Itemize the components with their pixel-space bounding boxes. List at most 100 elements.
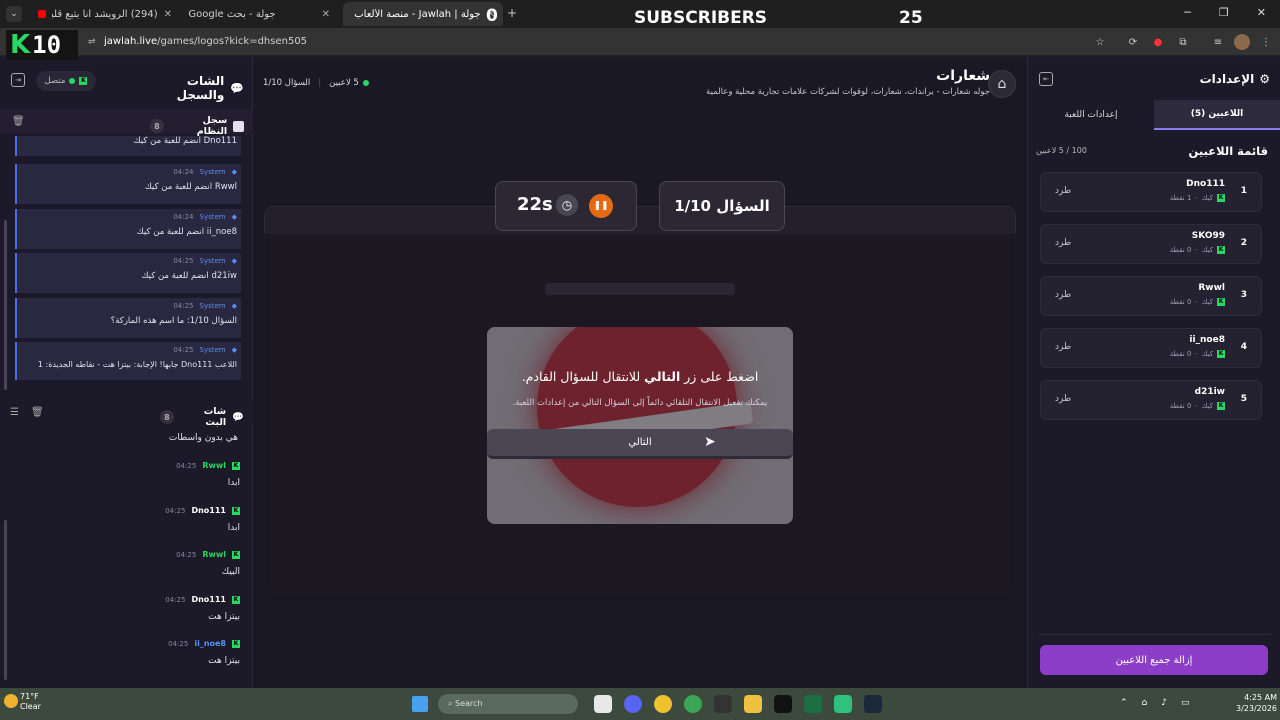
tab-players[interactable]: اللاعبين (5)	[1154, 100, 1280, 130]
tab-label: جولة - بحث Google	[188, 8, 276, 20]
next-button[interactable]: التالي	[487, 429, 793, 459]
minimize-icon[interactable]: ─	[1184, 6, 1191, 19]
chat-message-meta: K Dno111 04:25	[130, 506, 240, 515]
hint-bold: التالي	[644, 369, 681, 384]
volume-icon[interactable]: ♪	[1161, 698, 1167, 708]
network-icon[interactable]: ⌂	[1142, 698, 1148, 708]
online-dot	[69, 78, 76, 84]
remove-all-players-button[interactable]: إزالة جميع اللاعبين	[1040, 645, 1268, 675]
file-explorer-icon[interactable]	[594, 695, 612, 713]
tab-label: (294) الرويشد أنا بتبع قلبي HD	[52, 8, 158, 20]
meta-dot: ·	[1195, 194, 1198, 202]
kick-icon: K	[1217, 246, 1225, 254]
collapse-panel-icon[interactable]: ⇥	[11, 73, 25, 87]
timer-value: 22s	[517, 194, 553, 215]
extensions-icon[interactable]: ⧉	[1175, 34, 1191, 50]
scrollbar[interactable]	[4, 520, 7, 680]
timestamp: 04:25	[176, 550, 197, 559]
maximize-icon[interactable]: ❐	[1219, 6, 1229, 19]
pause-icon: ❚❚	[593, 201, 609, 211]
weather-widget[interactable]: 71°F Clear	[20, 692, 41, 712]
folder-icon[interactable]	[744, 695, 762, 713]
kick-player-button[interactable]: طرد	[1055, 186, 1071, 196]
trash-icon[interactable]: 🗑	[12, 116, 25, 127]
kick-player-button[interactable]: طرد	[1055, 342, 1071, 352]
player-rank: 5	[1240, 394, 1247, 404]
chat-message: K Dno111 04:25 ابدا	[130, 506, 240, 533]
player-platform: كيك	[1201, 298, 1213, 306]
settings-tabs: إعدادات اللعبة اللاعبين (5)	[1028, 100, 1280, 130]
connection-badge: K متصل	[36, 71, 96, 91]
player-name: SKO99	[1191, 231, 1225, 241]
system-message: ◆ System 04:24 Rwwl انضم للعبة من كيك	[15, 164, 241, 204]
tiktok-icon[interactable]	[774, 695, 792, 713]
chat-panel-title: الشات والسجل	[176, 74, 225, 102]
bookmark-star-icon[interactable]: ☆	[1092, 34, 1108, 50]
scrollbar[interactable]	[4, 220, 7, 390]
chevron-up-icon[interactable]: ⌃	[1120, 698, 1128, 708]
steam-icon[interactable]	[864, 695, 882, 713]
kick-icon: K	[1217, 402, 1225, 410]
stream-chat-title-row[interactable]: 💬 شات البث 8	[160, 406, 244, 428]
chat-app-icon[interactable]	[654, 695, 672, 713]
timestamp: 04:25	[173, 346, 194, 354]
tab-list-button[interactable]: ⌄	[6, 6, 22, 22]
players-online: 5 لاعبين	[329, 78, 369, 88]
player-rank: 1	[1240, 186, 1247, 196]
record-extension-icon[interactable]: ●	[1150, 34, 1166, 50]
kick-player-button[interactable]: طرد	[1055, 394, 1071, 404]
profile-avatar[interactable]	[1234, 34, 1250, 50]
obs-icon[interactable]	[714, 695, 732, 713]
taskbar-search[interactable]: ⌕ Search	[438, 694, 578, 714]
kick-icon: K	[232, 550, 240, 559]
filter-icon[interactable]: ☰	[10, 407, 19, 418]
clock-time: 4:25 AM	[1244, 693, 1278, 702]
player-rank: 3	[1240, 290, 1247, 300]
chat-username[interactable]: Dno111	[191, 595, 226, 604]
chat-username[interactable]: Rwwl	[202, 461, 226, 470]
game-title: شعارات	[936, 68, 990, 84]
timestamp: 04:25	[173, 257, 194, 265]
media-icon[interactable]: ≡	[1210, 34, 1226, 50]
search-icon: ⌕	[448, 699, 456, 708]
close-icon[interactable]: ✕	[322, 9, 330, 20]
app-icon[interactable]	[834, 695, 852, 713]
tab-game-settings[interactable]: إعدادات اللعبة	[1028, 100, 1154, 130]
discord-icon[interactable]	[624, 695, 642, 713]
player-platform: كيك	[1201, 246, 1213, 254]
menu-kebab-icon[interactable]: ⋮	[1258, 34, 1274, 50]
kick-player-button[interactable]: طرد	[1055, 238, 1071, 248]
question-counter: السؤال 1/10	[659, 181, 785, 231]
chat-username[interactable]: Dno111	[191, 506, 226, 515]
url-field[interactable]: jawlah.live/games/logos?kick=dhsen505	[104, 36, 307, 47]
close-icon[interactable]: ✕	[164, 9, 172, 20]
timestamp: 04:24	[173, 213, 194, 221]
system-log-list: Dno111 انضم للعبة من كيك ◆ System 04:24 Rw…	[0, 136, 253, 380]
home-button[interactable]: ⌂	[988, 70, 1016, 98]
player-row: 5 d21iw K كيك · 0 نقطة طرد	[1040, 380, 1262, 420]
start-button[interactable]	[412, 696, 428, 712]
browser-tab-google[interactable]: ✕ جولة - بحث Google	[188, 2, 338, 26]
browser-tab-jawlah[interactable]: ✕ جولة | Jawlah - منصة الألعاب الا	[343, 2, 503, 26]
kick-icon: K	[1217, 350, 1225, 358]
close-window-icon[interactable]: ✕	[1257, 6, 1266, 19]
system-log-title-row[interactable]: سجل النظام 8	[150, 115, 244, 137]
collapse-panel-icon[interactable]: ⇤	[1039, 72, 1053, 86]
reload-extension-icon[interactable]: ⟳	[1125, 34, 1141, 50]
battery-icon[interactable]: ▭	[1181, 698, 1190, 708]
new-tab-button[interactable]: +	[507, 6, 517, 20]
site-info-icon[interactable]: ⇌	[88, 37, 96, 47]
stream-overlay-label: SUBSCRIBERS	[634, 8, 768, 28]
browser-tab-youtube[interactable]: ✕ (294) الرويشد أنا بتبع قلبي HD	[30, 2, 180, 26]
trash-icon[interactable]: 🗑	[31, 407, 44, 418]
chat-username[interactable]: Rwwl	[202, 550, 226, 559]
pause-button[interactable]: ❚❚	[589, 194, 613, 218]
system-clock[interactable]: 4:25 AM 3/23/2026	[1236, 692, 1277, 714]
excel-icon[interactable]	[804, 695, 822, 713]
chrome-icon[interactable]	[684, 695, 702, 713]
kick-icon: K	[79, 77, 88, 85]
chat-message-text: البيك	[221, 567, 240, 577]
home-icon: ⌂	[997, 76, 1007, 92]
kick-player-button[interactable]: طرد	[1055, 290, 1071, 300]
chat-username[interactable]: ii_noe8	[194, 639, 226, 648]
